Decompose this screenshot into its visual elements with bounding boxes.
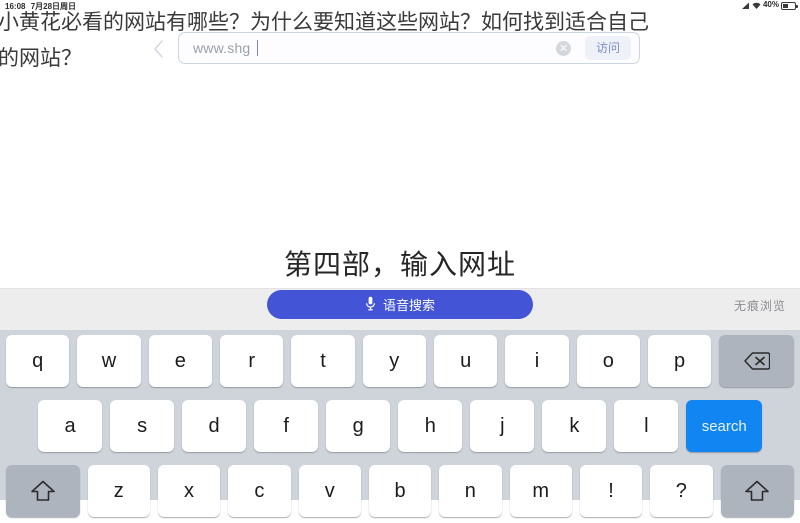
key-h[interactable]: h xyxy=(398,400,463,452)
caption-line-2: 的网站？ xyxy=(0,46,82,70)
key-exclamation[interactable]: ! xyxy=(579,465,643,517)
key-search[interactable]: search xyxy=(686,400,762,452)
on-screen-keyboard: qwertyuiop a s d f g h j k l search z x c v b n m!? xyxy=(0,330,800,517)
incognito-label: 无痕浏览 xyxy=(733,299,786,313)
key-s[interactable]: s xyxy=(110,400,175,452)
key-e[interactable]: e xyxy=(148,335,212,387)
wifi-icon xyxy=(752,2,761,10)
key-f[interactable]: f xyxy=(254,400,319,452)
key-c[interactable]: c xyxy=(228,465,291,517)
key-a[interactable]: a xyxy=(38,400,103,452)
key-l[interactable]: l xyxy=(614,400,679,452)
microphone-icon xyxy=(365,296,376,314)
key-k[interactable]: k xyxy=(542,400,607,452)
key-q[interactable]: q xyxy=(6,335,70,387)
key-m[interactable]: m xyxy=(509,465,572,517)
signal-icon xyxy=(741,2,750,10)
key-n[interactable]: n xyxy=(439,465,502,517)
voice-search-button[interactable]: 语音搜索 xyxy=(267,290,533,319)
key-x[interactable]: x xyxy=(157,465,221,517)
key-u[interactable]: u xyxy=(433,335,498,387)
key-shift-right[interactable] xyxy=(720,465,795,517)
backspace-icon xyxy=(743,352,770,370)
keyboard-row-2: a s d f g h j k l search xyxy=(0,400,800,458)
key-z[interactable]: z xyxy=(87,465,150,517)
keyboard-row-3: z x c v b n m!? xyxy=(0,465,800,523)
battery-icon xyxy=(781,1,798,10)
key-i[interactable]: i xyxy=(505,335,569,387)
keyboard-row-1: qwertyuiop xyxy=(0,335,800,393)
status-bar-right: 40% xyxy=(741,0,798,10)
page-title: 第四部，输入网址 xyxy=(283,248,516,281)
key-b[interactable]: b xyxy=(368,465,432,517)
key-question[interactable]: ? xyxy=(650,465,713,517)
voice-search-label: 语音搜索 xyxy=(382,298,435,313)
back-chevron-icon[interactable] xyxy=(152,39,166,59)
key-backspace[interactable] xyxy=(719,335,794,387)
key-d[interactable]: d xyxy=(182,400,247,452)
key-y[interactable]: y xyxy=(362,335,426,387)
battery-percent-label: 40% xyxy=(762,0,779,9)
key-r[interactable]: r xyxy=(219,335,284,387)
clear-circle-icon[interactable]: ✕ xyxy=(556,40,571,56)
key-w[interactable]: w xyxy=(77,335,141,387)
key-j[interactable]: j xyxy=(470,400,535,452)
key-p[interactable]: p xyxy=(647,335,712,387)
key-t[interactable]: t xyxy=(291,335,355,387)
key-v[interactable]: v xyxy=(298,465,361,517)
caption-line-1: 小黄花必看的网站有哪些？为什么要知道这些网站？如何找到适合自己 xyxy=(0,10,649,34)
browser-page: 16:08 7月28日周日 40% www.shg ✕ 访问 小黄花必看的网站有… xyxy=(0,0,800,288)
key-o[interactable]: o xyxy=(576,335,640,387)
url-input-text: www.shg xyxy=(193,40,251,56)
key-shift-left[interactable] xyxy=(6,465,80,517)
battery-fill xyxy=(783,3,788,8)
key-g[interactable]: g xyxy=(326,400,391,452)
url-input-caret xyxy=(257,40,258,56)
